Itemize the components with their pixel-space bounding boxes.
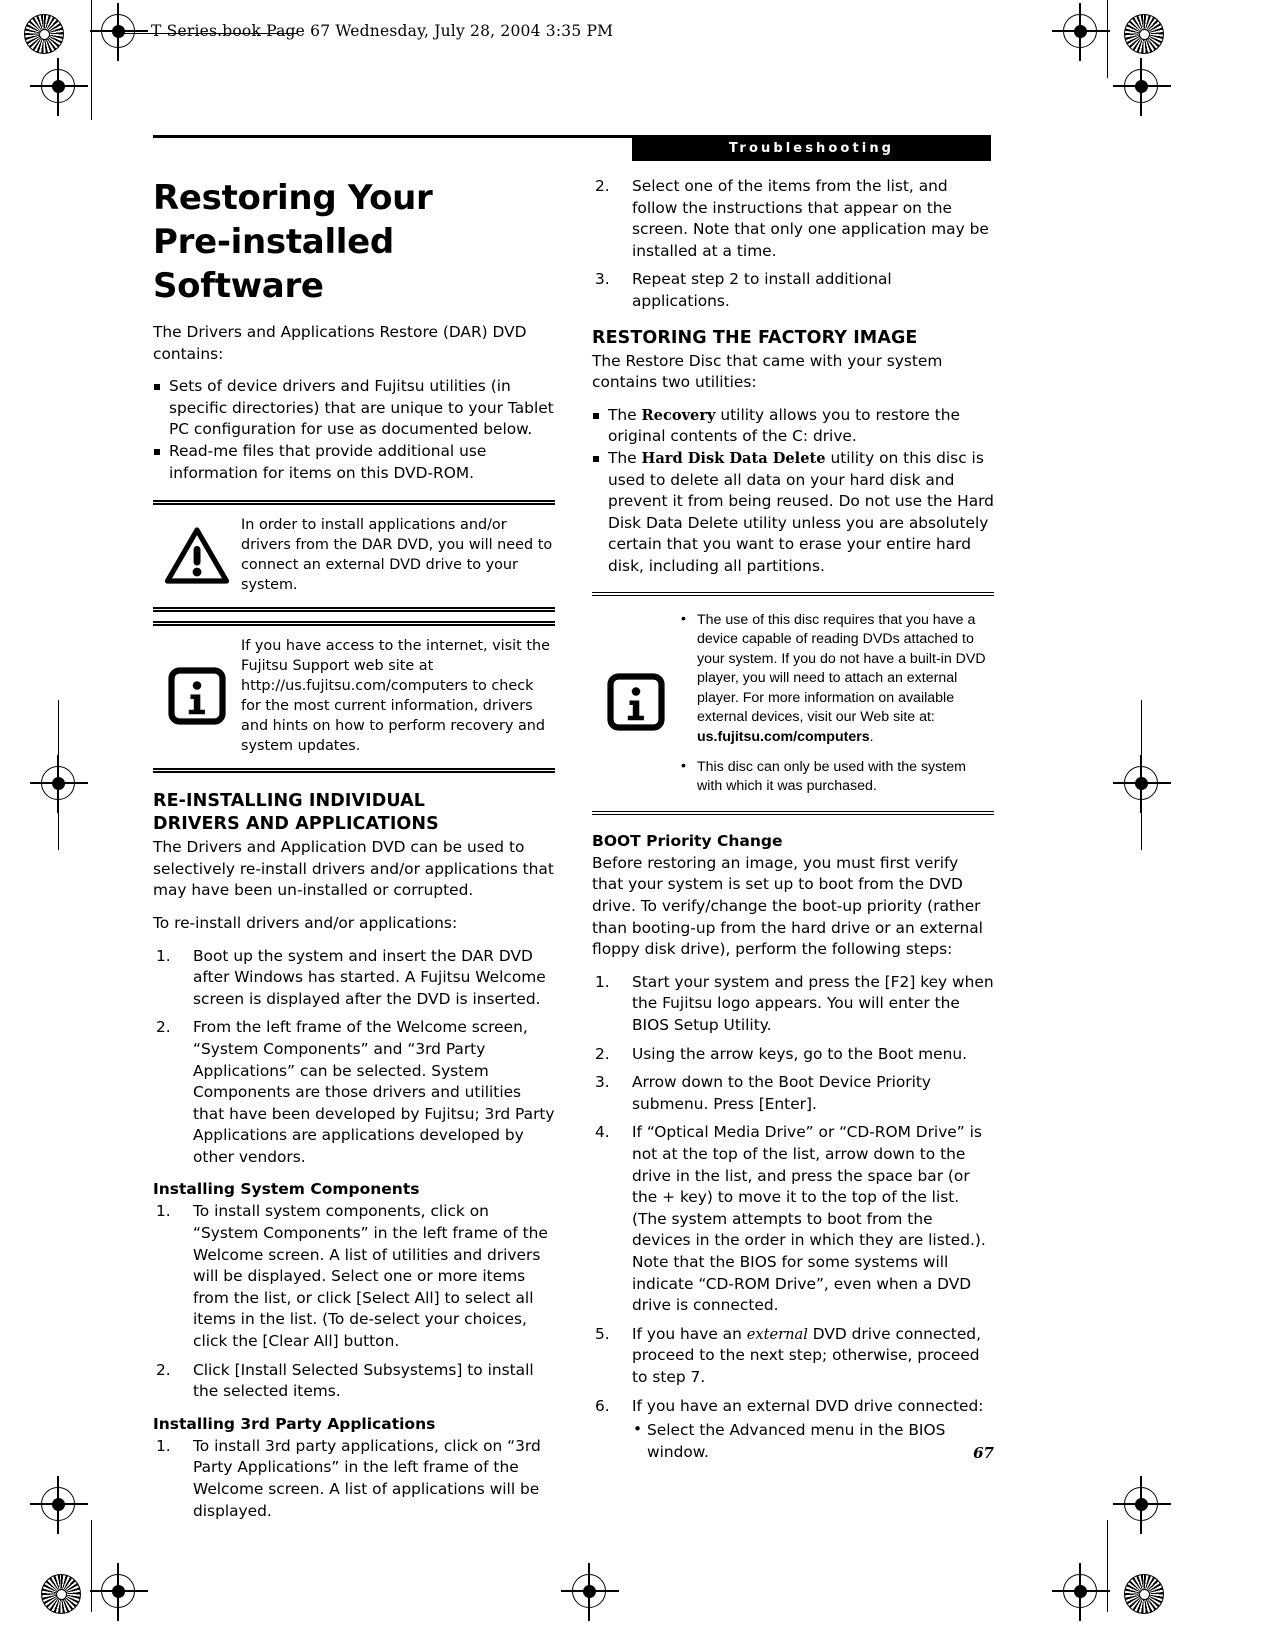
- list-item: To install 3rd party applications, click…: [156, 1436, 541, 1520]
- emphasis-external: external: [746, 1325, 808, 1343]
- factory-image-paragraph: The Restore Disc that came with your sys…: [592, 351, 943, 392]
- section-paragraph: The Drivers and Application DVD can be u…: [153, 838, 554, 900]
- step-prefix: If you have an: [632, 1324, 747, 1343]
- subheading-installing-3rd-party-applications: Installing 3rd Party Applications: [153, 1414, 436, 1433]
- registration-mark-right: [1113, 58, 1171, 116]
- note-rule-bottom: [592, 810, 994, 816]
- registration-mark-bottom-center-right: [1052, 1563, 1110, 1621]
- trim-line-left-mid: [58, 700, 59, 850]
- registration-mark-bottom-center: [561, 1563, 619, 1621]
- section-heading-line2: DRIVERS AND APPLICATIONS: [153, 814, 439, 835]
- information-icon: [592, 673, 680, 731]
- trim-line-right-top: [1107, 0, 1108, 78]
- dar-contents-list: Sets of device drivers and Fujitsu utili…: [153, 376, 555, 484]
- list-item: Arrow down to the Boot Device Priority s…: [595, 1072, 932, 1113]
- intro-paragraph: The Drivers and Applications Restore (DA…: [153, 323, 527, 363]
- registration-mark-top-right: [1052, 3, 1110, 61]
- running-head: T Series.book Page 67 Wednesday, July 28…: [151, 22, 614, 40]
- utility-prefix: The: [608, 448, 642, 467]
- caution-note-text: In order to install applications and/or …: [241, 517, 553, 594]
- list-item: This disc can only be used with the syst…: [680, 757, 994, 797]
- subheading-installing-system-components: Installing System Components: [153, 1180, 420, 1199]
- density-target-bottom-left: [41, 1574, 81, 1614]
- list-item: Start your system and press the [F2] key…: [595, 972, 994, 1034]
- note-rule-bottom: [153, 607, 555, 612]
- page-title: Restoring Your Pre-installed Software: [153, 176, 555, 308]
- trim-line-left-top: [91, 0, 92, 120]
- list-item: The Hard Disk Data Delete utility on thi…: [592, 448, 994, 578]
- list-item: Read-me files that provide additional us…: [153, 441, 555, 484]
- note-rule-top: [153, 500, 555, 505]
- subheading-boot-priority-change: BOOT Priority Change: [592, 831, 783, 850]
- reinstall-steps-list: Boot up the system and insert the DAR DV…: [153, 946, 555, 1169]
- page-title-line2: Pre-installed Software: [153, 222, 394, 306]
- list-item: Select one of the items from the list, a…: [595, 176, 989, 260]
- third-party-steps-list: To install 3rd party applications, click…: [153, 1436, 555, 1522]
- note-rule-bottom: [153, 768, 555, 773]
- registration-mark-top-left: [90, 3, 148, 61]
- page-number: 67: [973, 1444, 994, 1462]
- section-heading-line1: RE-INSTALLING INDIVIDUAL: [153, 791, 426, 812]
- list-item: If you have an external DVD drive connec…: [592, 1324, 994, 1389]
- density-target-top-left: [24, 14, 64, 54]
- document-page: T Series.book Page 67 Wednesday, July 28…: [0, 0, 1263, 1650]
- web-site-url: us.fujitsu.com/computers: [697, 729, 870, 746]
- disc-info-note-text: The use of this disc requires that you h…: [680, 608, 994, 797]
- chapter-tab: Troubleshooting: [632, 137, 991, 161]
- registration-mark-bottom-right: [1113, 1476, 1171, 1534]
- bullet-text: This disc can only be used with the syst…: [697, 758, 966, 795]
- utility-name: Hard Disk Data Delete: [641, 449, 826, 467]
- disc-info-bullets: The use of this disc requires that you h…: [680, 609, 994, 797]
- disc-info-note-box: The use of this disc requires that you h…: [592, 591, 994, 816]
- note-rule-top: [153, 621, 555, 626]
- utility-prefix: The: [608, 405, 642, 424]
- information-icon: [153, 667, 241, 725]
- step-text: If you have an external DVD drive connec…: [632, 1396, 984, 1415]
- section-heading-reinstalling: RE-INSTALLING INDIVIDUAL DRIVERS AND APP…: [153, 790, 555, 836]
- warning-triangle-icon: [153, 527, 241, 584]
- list-item: Repeat step 2 to install additional appl…: [595, 269, 892, 310]
- page-title-line1: Restoring Your: [153, 178, 433, 218]
- trim-line-right-bottom: [1107, 1520, 1108, 1612]
- right-column: Select one of the items from the list, a…: [592, 176, 994, 1474]
- utility-description: utility on this disc is used to delete a…: [608, 448, 994, 575]
- list-item: From the left frame of the Welcome scree…: [156, 1017, 555, 1166]
- page-folio-wrap: 67: [592, 1440, 994, 1462]
- left-column: Restoring Your Pre-installed Software Th…: [153, 176, 555, 1533]
- registration-mark-bottom-center-left: [90, 1563, 148, 1621]
- utility-name: Recovery: [641, 406, 716, 424]
- info-note-text: If you have access to the internet, visi…: [241, 638, 550, 755]
- bullet-text: The use of this disc requires that you h…: [697, 611, 986, 726]
- boot-priority-paragraph: Before restoring an image, you must firs…: [592, 853, 983, 959]
- registration-mark-left: [30, 58, 88, 116]
- bullet-text-tail: .: [869, 729, 874, 746]
- list-item: Click [Install Selected Subsystems] to i…: [156, 1360, 534, 1401]
- section-heading-restoring-factory-image: RESTORING THE FACTORY IMAGE: [592, 327, 918, 348]
- third-party-steps-continued: Select one of the items from the list, a…: [592, 176, 994, 313]
- chapter-tab-label: Troubleshooting: [728, 141, 895, 156]
- list-item: To install system components, click on “…: [156, 1201, 548, 1351]
- note-rule-top: [592, 591, 994, 596]
- list-item: The use of this disc requires that you h…: [680, 609, 994, 748]
- density-target-bottom-right: [1124, 1574, 1164, 1614]
- boot-priority-steps-list: Start your system and press the [F2] key…: [592, 972, 994, 1463]
- list-item: Boot up the system and insert the DAR DV…: [156, 946, 546, 1008]
- caution-note-box: In order to install applications and/or …: [153, 500, 555, 612]
- list-item: Sets of device drivers and Fujitsu utili…: [153, 376, 555, 441]
- trim-line-left-bottom: [91, 1520, 92, 1612]
- info-note-box: If you have access to the internet, visi…: [153, 621, 555, 773]
- system-components-steps-list: To install system components, click on “…: [153, 1201, 555, 1402]
- section-lead-in: To re-install drivers and/or application…: [153, 913, 458, 932]
- factory-utilities-list: The Recovery utility allows you to resto…: [592, 405, 994, 578]
- list-item: If “Optical Media Drive” or “CD-ROM Driv…: [595, 1122, 986, 1315]
- density-target-top-right: [1124, 14, 1164, 54]
- list-item: The Recovery utility allows you to resto…: [592, 405, 994, 448]
- trim-line-right-mid: [1141, 700, 1142, 850]
- list-item: Using the arrow keys, go to the Boot men…: [595, 1044, 967, 1065]
- registration-mark-bottom-left: [30, 1476, 88, 1534]
